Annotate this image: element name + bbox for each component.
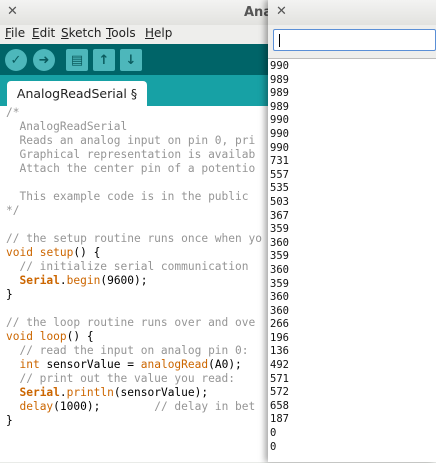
serial-reading: 989 xyxy=(270,87,289,100)
serial-reading: 136 xyxy=(270,345,289,358)
menu-tools[interactable]: Tools xyxy=(106,26,136,40)
arrow-right-icon: ➜ xyxy=(38,52,50,68)
new-file-icon: ▤ xyxy=(70,52,84,68)
serial-reading: 557 xyxy=(270,168,289,181)
serial-reading: 367 xyxy=(270,209,289,222)
close-icon[interactable]: ✕ xyxy=(276,4,287,19)
tab-analogreadserial[interactable]: AnalogReadSerial § xyxy=(7,81,147,106)
serial-reading: 359 xyxy=(270,277,289,290)
serial-reading: 187 xyxy=(270,413,289,426)
code-line: } xyxy=(6,288,13,301)
serial-reading: 990 xyxy=(270,60,289,72)
text-cursor xyxy=(279,34,280,47)
save-button[interactable]: ↓ xyxy=(120,49,142,71)
code-line: /* xyxy=(6,106,20,119)
serial-monitor-titlebar: ✕ xyxy=(268,0,436,26)
checkmark-icon: ✓ xyxy=(10,52,22,68)
serial-reading: 359 xyxy=(270,250,289,263)
code-line: void setup() { xyxy=(6,246,101,259)
serial-reading: 360 xyxy=(270,304,289,317)
code-line: // the loop routine runs over and ove xyxy=(6,316,256,329)
verify-button[interactable]: ✓ xyxy=(5,49,27,71)
serial-reading: 360 xyxy=(270,263,289,276)
serial-reading: 359 xyxy=(270,223,289,236)
serial-reading: 658 xyxy=(270,399,289,412)
menu-edit[interactable]: Edit xyxy=(32,26,55,40)
code-line: Reads an analog input on pin 0, pri xyxy=(6,134,256,147)
code-line: Serial.begin(9600); xyxy=(19,274,148,287)
serial-reading: 990 xyxy=(270,127,289,140)
code-line: Serial.println(sensorValue); xyxy=(19,386,209,399)
menu-sketch[interactable]: Sketch xyxy=(61,26,101,40)
serial-reading: 0 xyxy=(270,427,277,440)
code-line: void loop() { xyxy=(6,330,94,343)
serial-reading: 492 xyxy=(270,359,289,372)
serial-reading: 503 xyxy=(270,195,289,208)
serial-reading: 571 xyxy=(270,372,289,385)
serial-reading: 0 xyxy=(270,440,277,453)
code-line: Attach the center pin of a potentio xyxy=(6,162,256,175)
menu-help[interactable]: Help xyxy=(145,26,172,40)
serial-monitor-window: ✕ 990 989 989 989 990 990 990 731 557 535 503 367 35… xyxy=(268,0,436,462)
code-line: int sensorValue = analogRead(A0); xyxy=(19,358,242,371)
arrow-down-icon: ↓ xyxy=(125,52,137,68)
serial-reading: 196 xyxy=(270,331,289,344)
code-line: // initialize serial communication xyxy=(6,260,249,273)
code-line: */ xyxy=(6,204,20,217)
serial-reading: 266 xyxy=(270,318,289,331)
serial-reading: 989 xyxy=(270,100,289,113)
code-line: AnalogReadSerial xyxy=(6,120,128,133)
serial-reading: 360 xyxy=(270,291,289,304)
serial-readings: 990 989 989 989 990 990 990 731 557 535 503 367 359 3… xyxy=(270,60,289,454)
new-sketch-button[interactable]: ▤ xyxy=(66,49,88,71)
code-line: This example code is in the public xyxy=(6,190,249,203)
serial-reading: 360 xyxy=(270,236,289,249)
code-line: // the setup routine runs once when yo xyxy=(6,232,262,245)
menu-file[interactable]: File xyxy=(5,26,25,40)
code-line: Graphical representation is availab xyxy=(6,148,256,161)
code-line: // print out the value you read: xyxy=(6,372,236,385)
code-line: } xyxy=(6,414,13,427)
serial-reading: 535 xyxy=(270,182,289,195)
serial-send-input[interactable] xyxy=(273,29,436,51)
code-line: // read the input on analog pin 0: xyxy=(6,344,249,357)
serial-reading: 990 xyxy=(270,141,289,154)
arrow-up-icon: ↑ xyxy=(98,52,110,68)
serial-reading: 572 xyxy=(270,386,289,399)
serial-reading: 731 xyxy=(270,155,289,168)
serial-output[interactable]: 990 989 989 989 990 990 990 731 557 535 503 367 359 3… xyxy=(268,58,436,463)
serial-input-bar xyxy=(268,25,436,58)
code-line: delay(1000); // delay in bet xyxy=(19,400,256,413)
open-button[interactable]: ↑ xyxy=(93,49,115,71)
serial-reading: 990 xyxy=(270,114,289,127)
serial-reading: 989 xyxy=(270,73,289,86)
upload-button[interactable]: ➜ xyxy=(33,49,55,71)
close-icon[interactable]: ✕ xyxy=(7,4,18,19)
